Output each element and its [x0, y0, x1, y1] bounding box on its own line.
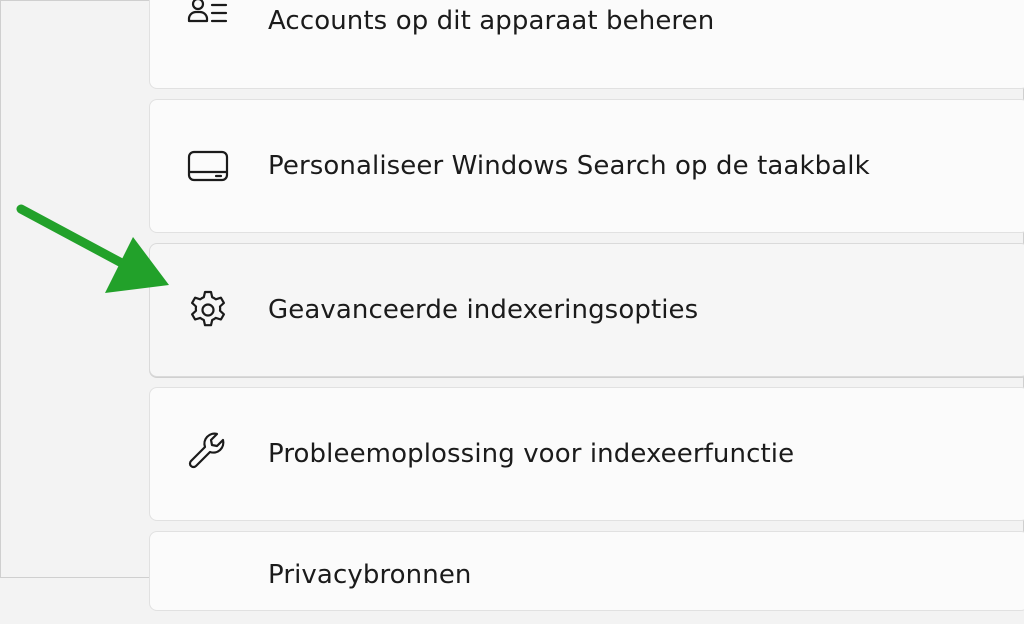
- setting-label: Personaliseer Windows Search op de taakb…: [268, 151, 870, 181]
- setting-label: Geavanceerde indexeringsopties: [268, 295, 699, 325]
- accounts-list-icon: [186, 0, 230, 40]
- setting-label: Accounts op dit apparaat beheren: [268, 6, 715, 36]
- setting-personalize-search[interactable]: Personaliseer Windows Search op de taakb…: [149, 99, 1024, 233]
- setting-label: Privacybronnen: [268, 560, 472, 590]
- wrench-icon: [186, 432, 230, 476]
- setting-advanced-indexing[interactable]: Geavanceerde indexeringsopties: [149, 243, 1024, 377]
- setting-privacy-resources[interactable]: Privacybronnen: [149, 531, 1024, 611]
- taskbar-icon: [186, 144, 230, 188]
- setting-manage-accounts[interactable]: Accounts op dit apparaat beheren: [149, 0, 1024, 89]
- gear-icon: [186, 288, 230, 332]
- setting-indexer-troubleshooter[interactable]: Probleemoplossing voor indexeerfunctie: [149, 387, 1024, 521]
- settings-list: Accounts op dit apparaat beheren Persona…: [149, 0, 1024, 621]
- setting-label: Probleemoplossing voor indexeerfunctie: [268, 439, 795, 469]
